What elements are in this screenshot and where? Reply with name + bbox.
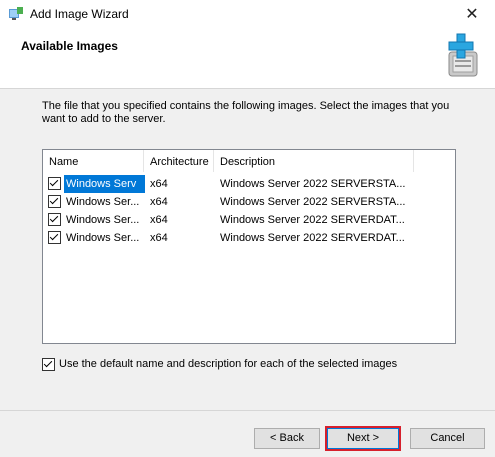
row-description: Windows Server 2022 SERVERSTA...	[220, 178, 406, 190]
row-name: Windows Serv	[64, 175, 145, 193]
row-architecture: x64	[150, 232, 168, 244]
instructions-text: The file that you specified contains the…	[42, 100, 450, 125]
row-checkbox[interactable]	[48, 213, 61, 226]
row-checkbox[interactable]	[48, 231, 61, 244]
table-row[interactable]: Windows Ser... x64 Windows Server 2022 S…	[43, 229, 455, 247]
next-button[interactable]: Next >	[325, 426, 401, 451]
images-list[interactable]: Name Architecture Description Windows Se…	[42, 149, 456, 344]
footer-divider	[0, 410, 495, 411]
row-name: Windows Ser...	[66, 196, 140, 208]
column-header-name[interactable]: Name	[43, 150, 144, 172]
row-checkbox[interactable]	[48, 195, 61, 208]
default-name-label: Use the default name and description for…	[59, 358, 398, 370]
table-row[interactable]: Windows Ser... x64 Windows Server 2022 S…	[43, 211, 455, 229]
row-architecture: x64	[150, 178, 168, 190]
row-architecture: x64	[150, 196, 168, 208]
row-description: Windows Server 2022 SERVERDAT...	[220, 214, 405, 226]
page-title: Available Images	[21, 39, 118, 53]
column-header-architecture[interactable]: Architecture	[144, 150, 214, 172]
close-button[interactable]: ✕	[449, 0, 495, 28]
add-image-icon	[448, 33, 478, 77]
cancel-button[interactable]: Cancel	[410, 428, 485, 449]
row-name: Windows Ser...	[66, 214, 140, 226]
list-header: Name Architecture Description	[43, 150, 455, 172]
table-row[interactable]: Windows Serv x64 Windows Server 2022 SER…	[43, 175, 455, 193]
column-header-description[interactable]: Description	[214, 150, 414, 172]
default-name-option[interactable]: Use the default name and description for…	[42, 357, 462, 373]
table-row[interactable]: Windows Ser... x64 Windows Server 2022 S…	[43, 193, 455, 211]
close-icon: ✕	[465, 6, 479, 23]
wizard-app-icon	[9, 7, 23, 20]
default-name-checkbox[interactable]	[42, 358, 55, 371]
window-title: Add Image Wizard	[30, 7, 129, 21]
row-architecture: x64	[150, 214, 168, 226]
wizard-header: Available Images	[0, 28, 495, 89]
row-description: Windows Server 2022 SERVERSTA...	[220, 196, 406, 208]
back-button[interactable]: < Back	[254, 428, 320, 449]
title-bar: Add Image Wizard ✕	[0, 0, 495, 28]
row-checkbox[interactable]	[48, 177, 61, 190]
row-description: Windows Server 2022 SERVERDAT...	[220, 232, 405, 244]
row-name: Windows Ser...	[66, 232, 140, 244]
